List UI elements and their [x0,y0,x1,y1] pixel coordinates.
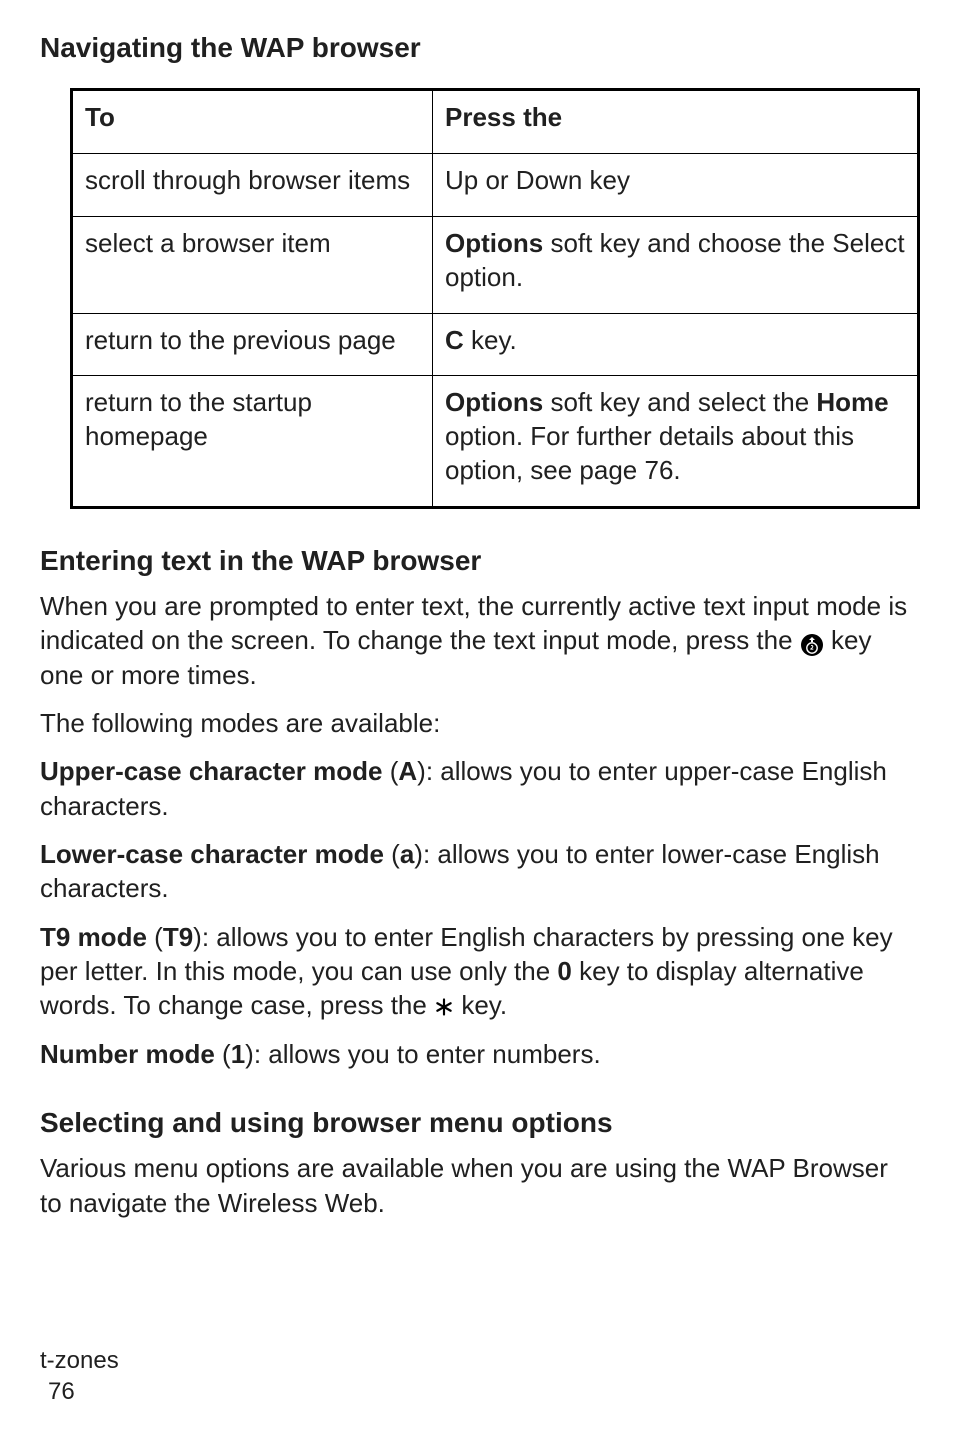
table-row: return to the startup homepage Options s… [72,376,919,507]
table-header-press: Press the [433,90,919,154]
table-header-to: To [72,90,433,154]
options-bold: Options [445,387,543,417]
paragraph-t9-mode: T9 mode (T9): allows you to enter Englis… [40,920,914,1023]
text-span: ( [382,756,398,786]
text-span: When you are prompted to enter text, the… [40,591,907,655]
paragraph-intro: When you are prompted to enter text, the… [40,589,914,692]
text-span: ): allows you to enter numbers. [245,1039,601,1069]
t9-letter: T9 [163,922,193,952]
zero-key: 0 [557,956,571,986]
footer-page-number: 76 [40,1376,119,1407]
paragraph-lower-case: Lower-case character mode (a): allows yo… [40,837,914,906]
upper-case-letter: A [398,756,417,786]
text-span: option. For further details about this o… [445,421,854,485]
text-span: soft key and select the [543,387,816,417]
t9-mode-label: T9 mode [40,922,147,952]
table-row: return to the previous page C key. [72,313,919,376]
upper-case-mode-label: Upper-case character mode [40,756,382,786]
table-cell: Up or Down key [433,154,919,217]
table-cell: Options soft key and choose the Select o… [433,216,919,313]
table-cell: return to the previous page [72,313,433,376]
wap-navigation-table: To Press the scroll through browser item… [70,88,920,508]
paragraph-number-mode: Number mode (1): allows you to enter num… [40,1037,914,1071]
text-span: key. [461,990,507,1020]
table-cell: scroll through browser items [72,154,433,217]
options-bold: Options [445,228,543,258]
text-span: ( [215,1039,231,1069]
number-letter: 1 [231,1039,245,1069]
heading-entering-text: Entering text in the WAP browser [40,543,914,579]
text-span: ( [384,839,400,869]
heading-selecting-menu: Selecting and using browser menu options [40,1105,914,1141]
number-mode-label: Number mode [40,1039,215,1069]
i-key-icon [800,631,824,655]
table-row: select a browser item Options soft key a… [72,216,919,313]
table-cell: return to the startup homepage [72,376,433,507]
text-span: ( [147,922,163,952]
table-cell: C key. [433,313,919,376]
heading-navigating: Navigating the WAP browser [40,30,914,66]
home-bold: Home [816,387,888,417]
star-key-icon [434,990,461,1020]
lower-case-mode-label: Lower-case character mode [40,839,384,869]
table-row: scroll through browser items Up or Down … [72,154,919,217]
paragraph-menu-options: Various menu options are available when … [40,1151,914,1220]
paragraph-modes-available: The following modes are available: [40,706,914,740]
lower-case-letter: a [400,839,414,869]
table-cell: select a browser item [72,216,433,313]
text-span: key. [464,325,517,355]
c-key-bold: C [445,325,464,355]
paragraph-upper-case: Upper-case character mode (A): allows yo… [40,754,914,823]
footer-section-label: t-zones [40,1345,119,1376]
page-footer: t-zones 76 [40,1345,119,1407]
table-cell: Options soft key and select the Home opt… [433,376,919,507]
